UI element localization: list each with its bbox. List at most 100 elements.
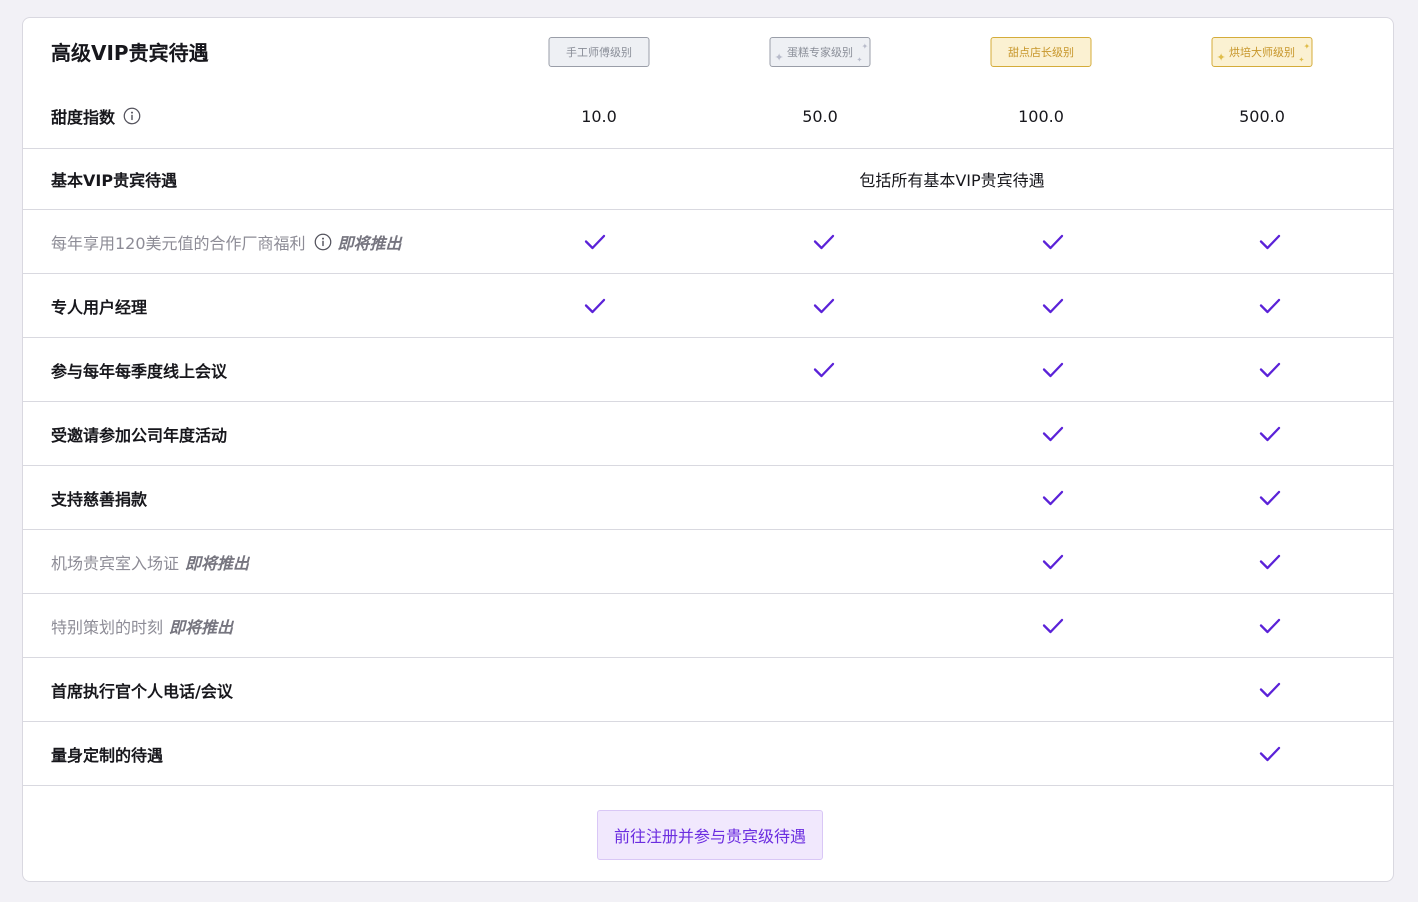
- check-icon: [1042, 490, 1064, 505]
- check-cell: [1042, 594, 1064, 657]
- check-icon: [1259, 746, 1281, 761]
- sweetness-value: 100.0: [1018, 106, 1064, 126]
- check-cell: [584, 210, 606, 273]
- tier-badge-cell: 手工师傅级别: [548, 35, 650, 69]
- tier-badge-label: 烘培大师级别: [1229, 46, 1295, 59]
- coming-soon-tag: 即将推出: [169, 617, 234, 637]
- tier-badge: 甜点店长级别: [990, 37, 1092, 67]
- check-icon: [1259, 618, 1281, 633]
- benefit-row: 参与每年每季度线上会议: [23, 338, 1393, 402]
- benefit-label: 支持慈善捐款: [51, 466, 147, 529]
- check-icon: [584, 234, 606, 249]
- basic-vip-value: 包括所有基本VIP贵宾待遇: [859, 171, 1045, 190]
- sweetness-label: 甜度指数: [51, 84, 141, 148]
- check-cell: [1259, 722, 1281, 785]
- check-icon: [1042, 426, 1064, 441]
- check-cell: [1259, 658, 1281, 721]
- check-icon: [1042, 234, 1064, 249]
- sweetness-value: 50.0: [802, 106, 838, 126]
- vip-benefits-card: 高级VIP贵宾待遇 甜度指数 10.0 50.0 100.0 500.0 基本VIP贵宾待…: [22, 17, 1394, 882]
- benefit-label: 每年享用120美元值的合作厂商福利 即将推出: [51, 210, 402, 273]
- sweetness-label-text: 甜度指数: [51, 108, 116, 127]
- info-icon[interactable]: [314, 233, 332, 251]
- benefit-row: 量身定制的待遇: [23, 722, 1393, 786]
- check-icon: [1259, 234, 1281, 249]
- benefit-label: 特别策划的时刻 即将推出: [51, 594, 233, 657]
- check-cell: [813, 274, 835, 337]
- tier-badge-label: 蛋糕专家级别: [787, 46, 853, 59]
- tier-badge: 烘培大师级别 ✦ ✦ ✦: [1211, 37, 1313, 67]
- check-cell: [813, 210, 835, 273]
- check-icon: [1259, 362, 1281, 377]
- benefit-label-text: 专人用户经理: [51, 297, 148, 317]
- check-cell: [1042, 402, 1064, 465]
- check-icon: [1259, 426, 1281, 441]
- check-icon: [584, 298, 606, 313]
- check-cell: [1042, 210, 1064, 273]
- sweetness-value: 500.0: [1239, 106, 1285, 126]
- benefit-label: 参与每年每季度线上会议: [51, 338, 227, 401]
- register-vip-button[interactable]: 前往注册并参与贵宾级待遇: [597, 810, 823, 860]
- check-icon: [1259, 682, 1281, 697]
- check-cell: [1259, 338, 1281, 401]
- benefit-row: 受邀请参加公司年度活动: [23, 402, 1393, 466]
- basic-vip-row: 基本VIP贵宾待遇 包括所有基本VIP贵宾待遇: [23, 149, 1393, 210]
- check-cell: [1042, 338, 1064, 401]
- benefit-label: 量身定制的待遇: [51, 722, 163, 785]
- benefit-label: 首席执行官个人电话/会议: [51, 658, 233, 721]
- check-icon: [1259, 298, 1281, 313]
- tier-badge-cell: 甜点店长级别: [990, 35, 1092, 69]
- sweetness-value: 10.0: [581, 106, 617, 126]
- check-cell: [1259, 530, 1281, 593]
- check-icon: [1042, 618, 1064, 633]
- check-cell: [813, 338, 835, 401]
- tier-badge: 蛋糕专家级别 ✦ ✦ ✦: [769, 37, 871, 67]
- sparkle-icon: ✦: [1303, 42, 1311, 51]
- benefit-label-text: 每年享用120美元值的合作厂商福利: [51, 233, 306, 253]
- benefit-label-text: 支持慈善捐款: [51, 489, 148, 509]
- benefit-label-text: 量身定制的待遇: [51, 745, 164, 765]
- check-icon: [1259, 490, 1281, 505]
- tier-badge-label: 手工师傅级别: [566, 46, 632, 59]
- check-icon: [813, 234, 835, 249]
- tier-badge-cell: 烘培大师级别 ✦ ✦ ✦: [1211, 35, 1313, 69]
- check-cell: [1042, 530, 1064, 593]
- benefit-row: 支持慈善捐款: [23, 466, 1393, 530]
- benefit-label-text: 机场贵宾室入场证: [51, 553, 180, 573]
- benefit-label-text: 受邀请参加公司年度活动: [51, 425, 228, 445]
- benefit-row: 专人用户经理: [23, 274, 1393, 338]
- benefit-label-text: 参与每年每季度线上会议: [51, 361, 228, 381]
- tier-badge-label: 甜点店长级别: [1008, 46, 1074, 59]
- check-icon: [1259, 554, 1281, 569]
- benefit-row: 机场贵宾室入场证 即将推出: [23, 530, 1393, 594]
- coming-soon-tag: 即将推出: [185, 553, 250, 573]
- sparkle-icon: ✦: [1216, 51, 1226, 64]
- benefit-row: 每年享用120美元值的合作厂商福利 即将推出: [23, 210, 1393, 274]
- check-icon: [1042, 554, 1064, 569]
- benefit-label-text: 特别策划的时刻: [51, 617, 164, 637]
- sparkle-icon: ✦: [1298, 56, 1305, 64]
- check-cell: [1259, 594, 1281, 657]
- tier-badge-cell: 蛋糕专家级别 ✦ ✦ ✦: [769, 35, 871, 69]
- check-cell: [1259, 210, 1281, 273]
- check-cell: [1259, 466, 1281, 529]
- sparkle-icon: ✦: [856, 56, 863, 64]
- sparkle-icon: ✦: [774, 51, 784, 64]
- benefit-label: 受邀请参加公司年度活动: [51, 402, 227, 465]
- check-icon: [1042, 298, 1064, 313]
- benefit-row: 特别策划的时刻 即将推出: [23, 594, 1393, 658]
- check-cell: [1259, 274, 1281, 337]
- benefit-row: 首席执行官个人电话/会议: [23, 658, 1393, 722]
- check-cell: [1042, 274, 1064, 337]
- info-icon[interactable]: [123, 107, 141, 125]
- benefit-label: 机场贵宾室入场证 即将推出: [51, 530, 249, 593]
- benefit-label-text: 首席执行官个人电话/会议: [51, 681, 233, 701]
- check-icon: [1042, 362, 1064, 377]
- benefit-label: 专人用户经理: [51, 274, 147, 337]
- check-icon: [813, 298, 835, 313]
- check-icon: [813, 362, 835, 377]
- sweetness-row: 甜度指数 10.0 50.0 100.0 500.0: [23, 84, 1393, 149]
- check-cell: [1042, 466, 1064, 529]
- sparkle-icon: ✦: [861, 42, 869, 51]
- page-title: 高级VIP贵宾待遇: [51, 40, 209, 65]
